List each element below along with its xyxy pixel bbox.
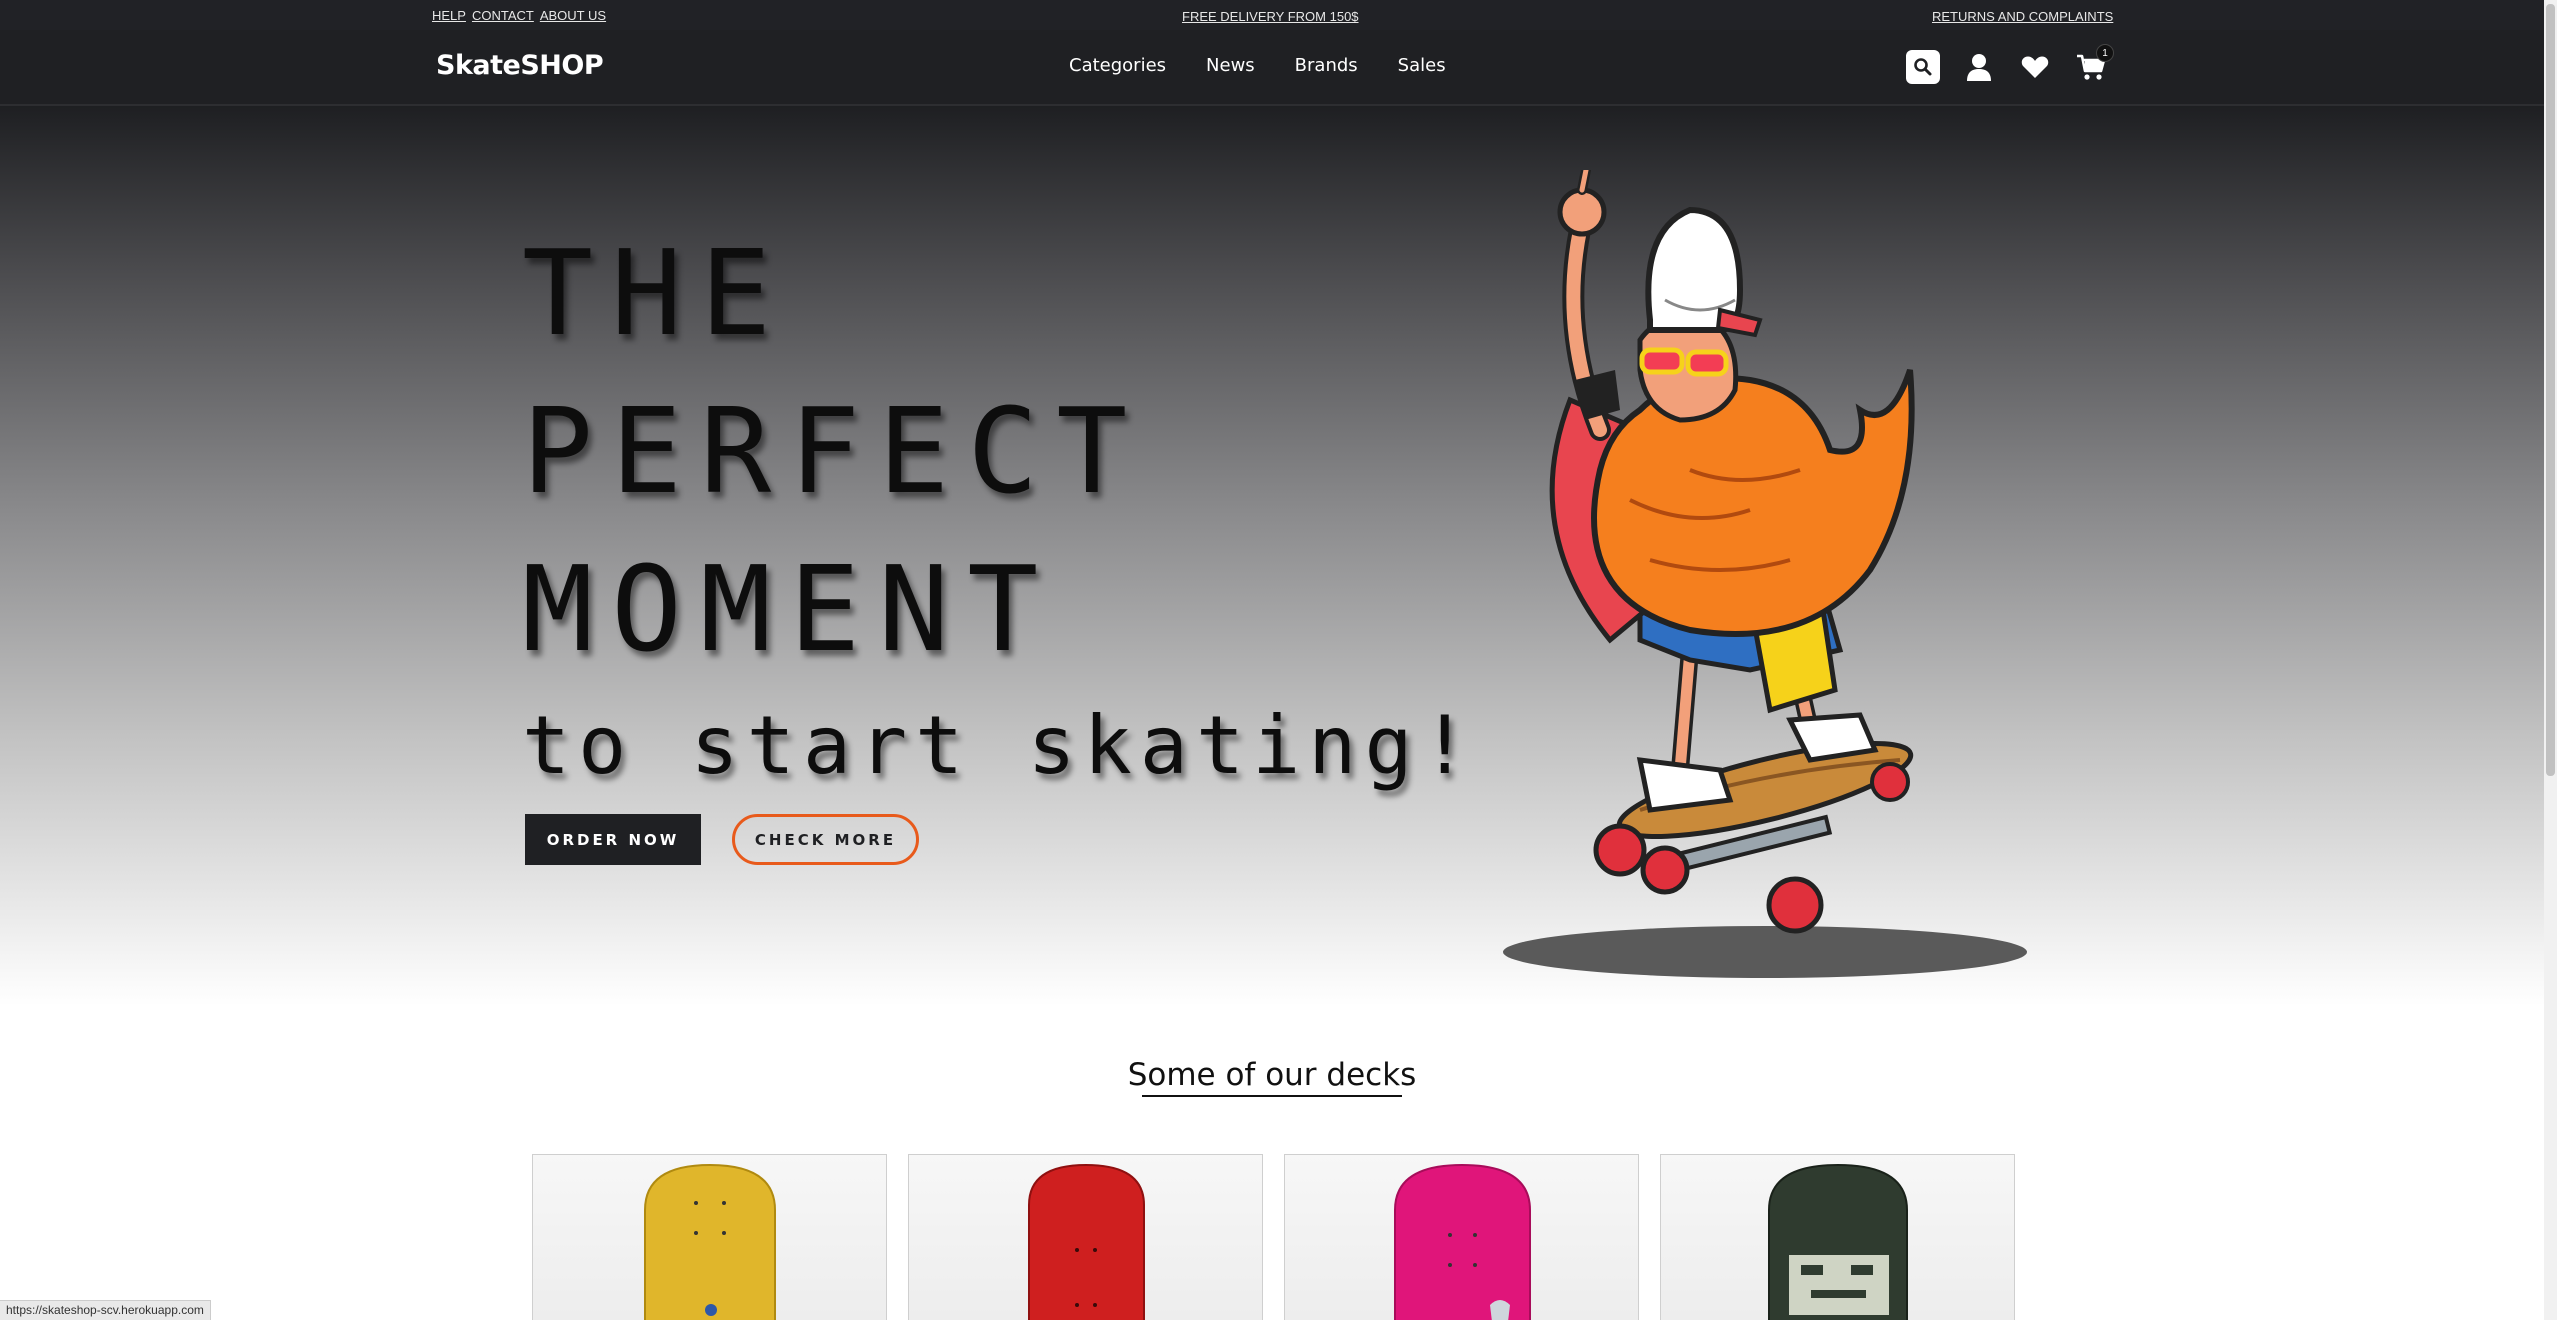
about-us-link[interactable]: ABOUT US [540,8,606,23]
deck-image [1394,1163,1531,1320]
deck-image [1768,1163,1908,1320]
wishlist-button[interactable] [2018,50,2052,84]
hero-line-perfect: PERFECT [522,382,1146,520]
deck-image [1028,1163,1145,1320]
status-bar-url: https://skateshop-scv.herokuapp.com [0,1300,211,1320]
help-link[interactable]: HELP [432,8,466,23]
order-now-button[interactable]: ORDER NOW [525,814,701,865]
nav-links: Categories News Brands Sales [1069,55,1446,76]
deck-card[interactable] [532,1154,887,1320]
cart-count-badge: 1 [2096,44,2114,62]
page-scrollbar[interactable] [2544,0,2557,1320]
heart-icon [2021,56,2049,78]
check-more-button[interactable]: CHECK MORE [732,814,919,865]
skater-mascot-illustration [1503,170,2027,978]
hero-line-moment: MOMENT [522,540,1057,678]
main-navbar: SkateSHOP Categories News Brands Sales 1 [0,30,2544,106]
hero-line-the: THE [522,224,790,362]
nav-icons: 1 [1906,44,2114,84]
nav-brands[interactable]: Brands [1295,55,1358,76]
cart-button[interactable]: 1 [2074,44,2114,84]
deck-card[interactable] [1284,1154,1639,1320]
decks-grid [532,1154,2015,1320]
decks-section-heading: Some of our decks [1128,1057,1416,1097]
brand-logo[interactable]: SkateSHOP [436,50,604,81]
search-button[interactable] [1906,50,1940,84]
returns-complaints-link[interactable]: RETURNS AND COMPLAINTS [1932,9,2113,24]
top-info-bar: HELP CONTACT ABOUT US FREE DELIVERY FROM… [0,0,2544,30]
nav-categories[interactable]: Categories [1069,55,1166,76]
hero-heading: THE PERFECT MOMENT to start skating! [522,214,1477,798]
decks-section-title: Some of our decks [0,1057,2544,1097]
deck-card[interactable] [908,1154,1263,1320]
search-icon [1914,58,1932,76]
account-button[interactable] [1962,50,1996,84]
nav-sales[interactable]: Sales [1398,55,1446,76]
user-icon [1967,54,1991,81]
deck-image [644,1163,776,1320]
scrollbar-thumb[interactable] [2546,4,2555,776]
top-left-links: HELP CONTACT ABOUT US [432,8,606,23]
nav-news[interactable]: News [1206,55,1255,76]
contact-link[interactable]: CONTACT [472,8,534,23]
free-delivery-link[interactable]: FREE DELIVERY FROM 150$ [1182,9,1359,24]
hero-subline: to start skating! [522,699,1477,792]
deck-card[interactable] [1660,1154,2015,1320]
hero-section: THE PERFECT MOMENT to start skating! ORD… [0,106,2544,1006]
